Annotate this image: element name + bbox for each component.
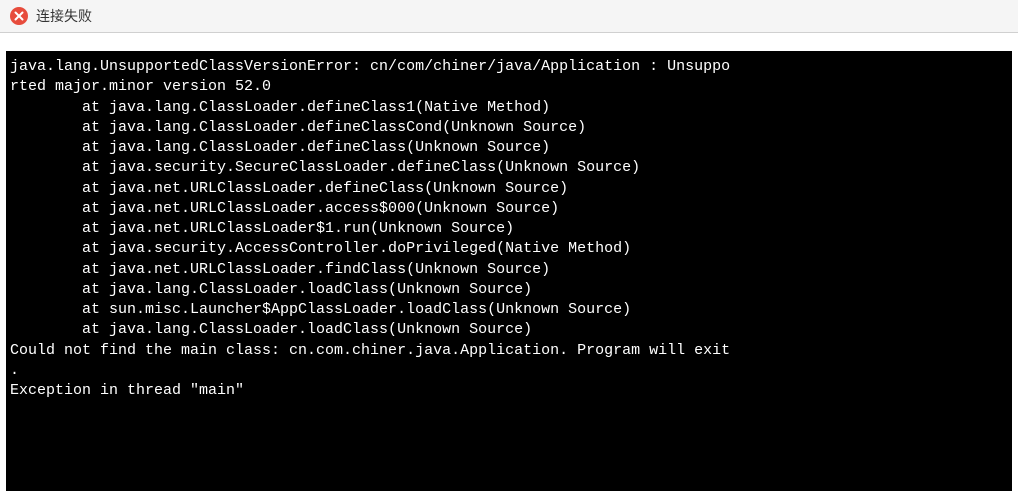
terminal-output: java.lang.UnsupportedClassVersionError: …: [6, 51, 1012, 491]
dialog-header: 连接失败: [0, 0, 1018, 33]
error-icon: [10, 7, 28, 25]
dialog-title: 连接失败: [36, 6, 92, 26]
